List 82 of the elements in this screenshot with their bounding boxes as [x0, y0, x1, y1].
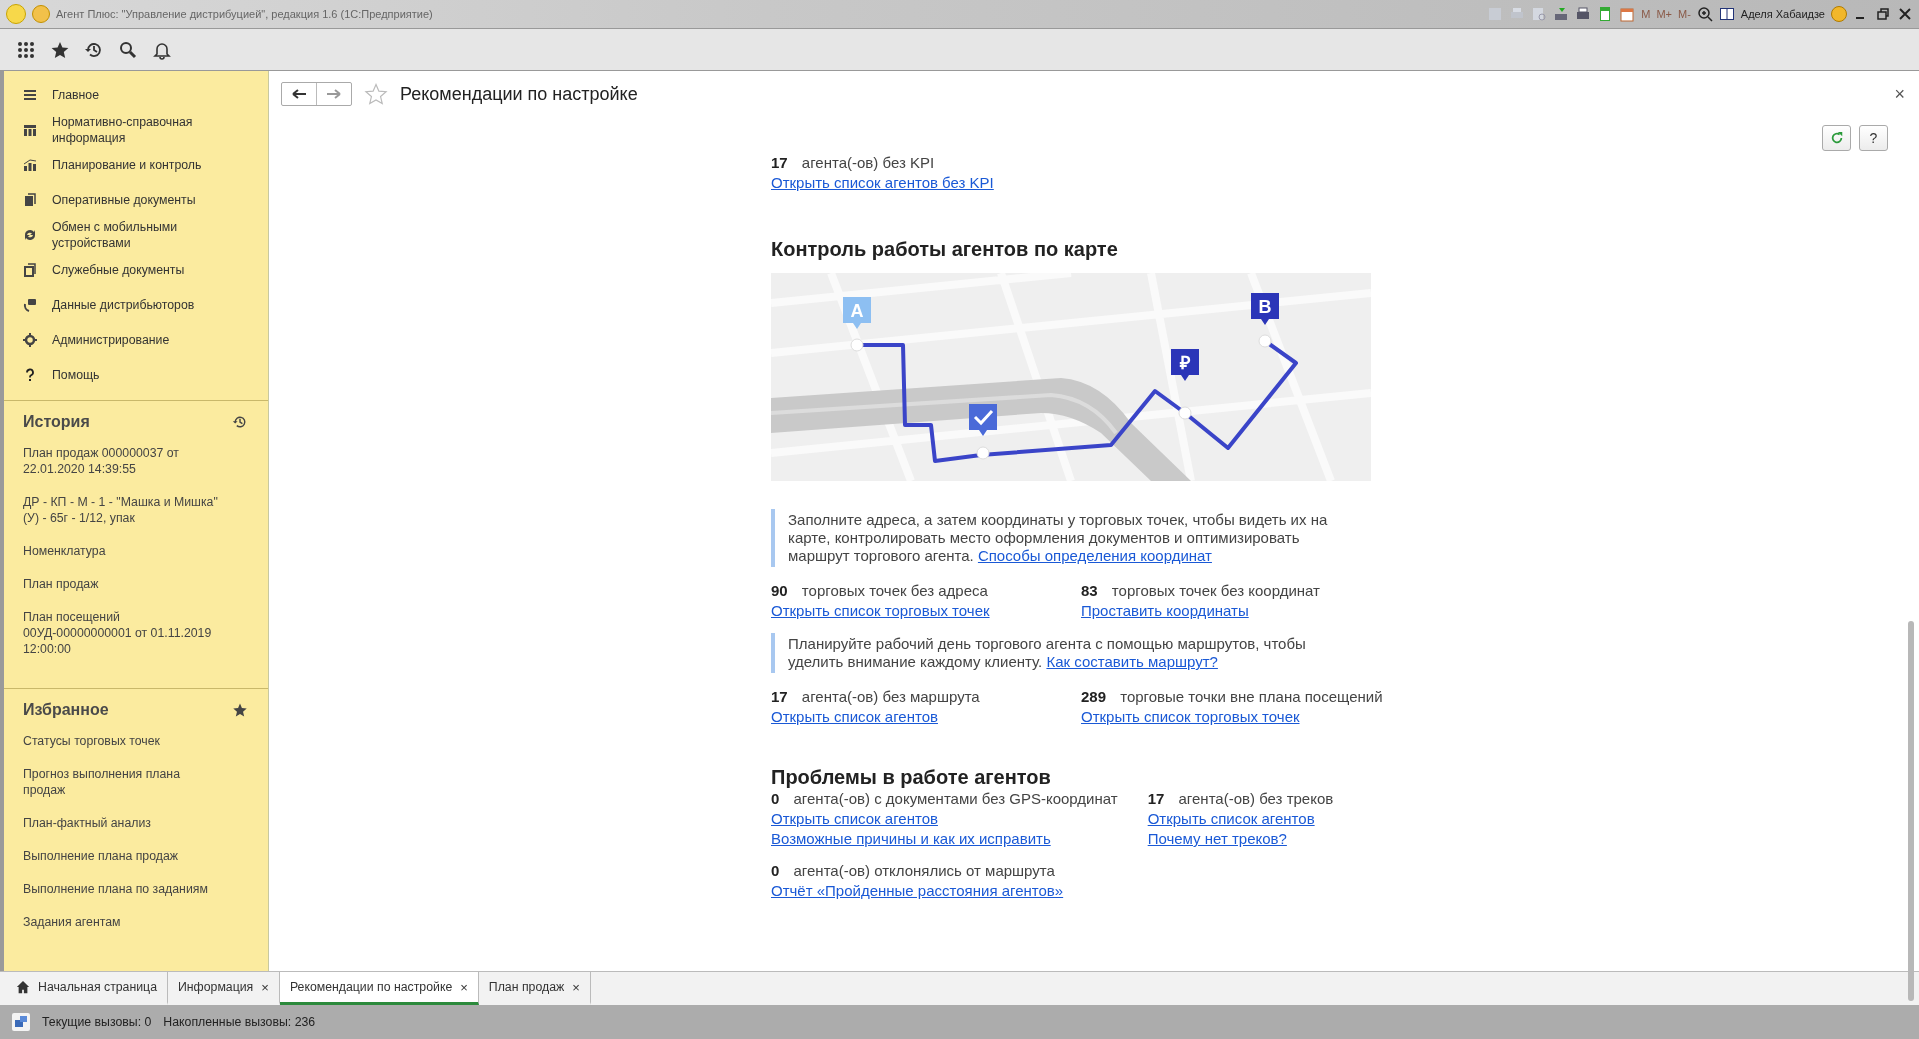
help-link[interactable]: Как составить маршрут? [1046, 653, 1218, 670]
printer-icon[interactable] [1575, 6, 1592, 22]
status-text: Накопленные вызовы: 236 [163, 1015, 316, 1029]
zoom-icon[interactable] [1696, 6, 1713, 22]
section-menu-item[interactable]: Обмен с мобильными устройствами [52, 218, 232, 251]
user-name[interactable]: Аделя Хабаидзе [1740, 8, 1825, 20]
status-text: Текущие вызовы: 0 [42, 1015, 152, 1029]
tab-close-button[interactable]: × [460, 979, 468, 995]
home-icon [16, 980, 30, 994]
section-menu-item[interactable]: Главное [52, 86, 232, 103]
stat-link[interactable]: Открыть список торговых точек [771, 601, 990, 621]
history-icon[interactable] [232, 414, 248, 430]
section-menu-item[interactable]: Планирование и контроль [52, 156, 232, 173]
refresh-icon [1829, 131, 1844, 145]
form-title: Рекомендации по настройке [400, 83, 639, 105]
menu-section-icon [22, 191, 38, 208]
history-item[interactable]: Номенклатура [23, 543, 223, 559]
calendar-icon[interactable] [1619, 6, 1636, 22]
map-marker: A [843, 297, 871, 329]
menu-section-icon [22, 331, 38, 348]
favorite-item[interactable]: Прогноз выполнения плана продаж [23, 766, 223, 798]
stat-link[interactable]: Отчёт «Пройденные расстояния агентов» [771, 881, 1064, 901]
panel-title: Избранное [23, 701, 109, 719]
help-link[interactable]: Способы определения координат [977, 547, 1212, 564]
panel-title: История [23, 413, 90, 431]
star-icon[interactable] [232, 702, 248, 718]
stat-link[interactable]: Почему нет треков? [1147, 829, 1287, 849]
stat-link[interactable]: Возможные причины и как их исправить [771, 829, 1051, 849]
history-item[interactable]: План посещений 00УД-00000000001 от 01.11.2019 12:00:00 [23, 609, 223, 657]
menu-section-icon [22, 156, 38, 173]
tab-close-button[interactable]: × [261, 979, 269, 995]
star-icon[interactable] [364, 82, 388, 106]
tab-close-button[interactable]: × [572, 979, 580, 995]
map-marker: B [1251, 293, 1279, 325]
favorite-item[interactable]: Выполнение плана по заданиям [23, 881, 223, 897]
menu-section-icon [22, 296, 38, 313]
menu-section-icon [22, 261, 38, 278]
restore-icon[interactable] [1875, 6, 1891, 22]
panel-icon[interactable] [1718, 6, 1735, 22]
close-icon[interactable] [1897, 6, 1913, 22]
refresh-button[interactable] [1822, 125, 1851, 151]
network-icon[interactable] [12, 1013, 30, 1031]
section-menu-item[interactable]: Данные дистрибьюторов [52, 296, 232, 313]
document-tab[interactable]: Рекомендации по настройке × [279, 972, 479, 1005]
check-marker-icon [969, 404, 997, 436]
stat-label: 83 торговых точек без координат [1081, 581, 1320, 601]
stat-label: 17 агента(-ов) без KPI [771, 153, 935, 173]
stat-label: 17 агента(-ов) без треков [1147, 789, 1334, 809]
section-heading: Проблемы в работе агентов [771, 767, 1052, 787]
hint-text: Заполните адреса, а затем координаты у торговых точек, чтобы видеть их на карте, контролировать место оформления документов и оптимизировать маршрут торгового агента. Способы определения координат [771, 509, 1353, 567]
stat-link[interactable]: Открыть список агентов [771, 707, 938, 727]
stat-label: 0 агента(-ов) с документами без GPS-координат [771, 789, 1118, 809]
history-item[interactable]: ДР - КП - М - 1 - "Машка и Мишка" (У) - 65г - 1/12, упак [23, 494, 223, 526]
favorite-item[interactable]: Выполнение плана продаж [23, 848, 223, 864]
stat-link[interactable]: Открыть список агентов без KPI [771, 173, 994, 193]
favorite-item[interactable]: План-фактный анализ [23, 815, 223, 831]
apps-grid-icon[interactable] [16, 39, 36, 60]
export-icon[interactable] [1553, 6, 1570, 22]
stat-link[interactable]: Открыть список торговых точек [1081, 707, 1300, 727]
stat-link[interactable]: Открыть список агентов [771, 809, 938, 829]
section-menu-item[interactable]: Помощь [52, 366, 232, 383]
stat-label: 289 торговые точки вне плана посещений [1081, 687, 1383, 707]
section-menu-item[interactable]: Администрирование [52, 331, 232, 348]
stat-label: 0 агента(-ов) отклонялись от маршрута [771, 861, 1055, 881]
help-button[interactable]: ? [1859, 125, 1888, 151]
section-menu-item[interactable]: Служебные документы [52, 261, 232, 278]
stat-label: 17 агента(-ов) без маршрута [771, 687, 980, 707]
favorite-item[interactable]: Задания агентам [23, 914, 223, 930]
hint-text: Планируйте рабочий день торгового агента с помощью маршрутов, чтобы уделить внимание каждому клиенту. Как составить маршрут? [771, 633, 1353, 673]
stat-link[interactable]: Открыть список агентов [1147, 809, 1315, 829]
history-item[interactable]: План продаж [23, 576, 223, 592]
section-menu-item[interactable]: Нормативно-справочная информация [52, 113, 232, 146]
map-marker: ₽ [1171, 349, 1199, 381]
stat-link[interactable]: Проставить координаты [1081, 601, 1249, 621]
close-button[interactable]: × [1894, 83, 1905, 105]
favorite-item[interactable]: Статусы торговых точек [23, 733, 223, 749]
window-title: Агент Плюс: "Управление дистрибуцией", редакция 1.6 (1С:Предприятие) [56, 8, 434, 20]
stat-label: 90 торговых точек без адреса [771, 581, 988, 601]
history-item[interactable]: План продаж 000000037 от 22.01.2020 14:39:55 [23, 445, 223, 477]
search-icon[interactable] [118, 39, 138, 60]
section-menu-item[interactable]: Оперативные документы [52, 191, 232, 208]
section-heading: Контроль работы агентов по карте [771, 239, 1119, 259]
